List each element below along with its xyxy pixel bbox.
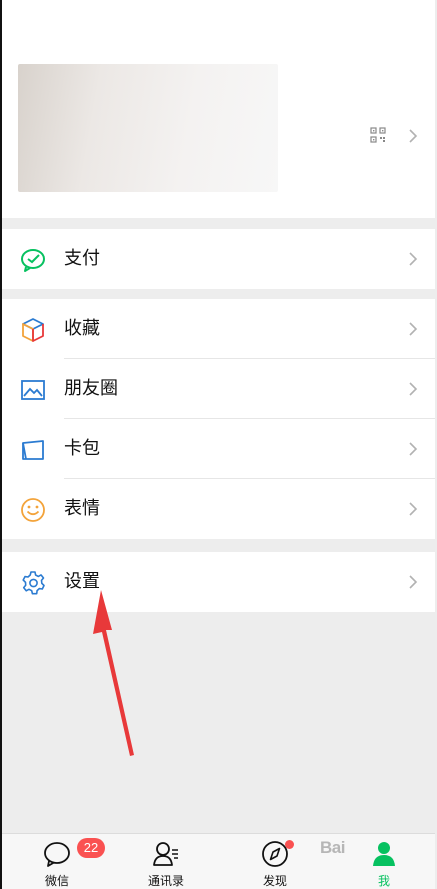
annotation-arrow	[93, 590, 134, 756]
person-icon	[373, 842, 395, 866]
menu-item-label: 朋友圈	[64, 378, 118, 399]
menu-item-label: 支付	[64, 248, 100, 269]
watermark-text: Bai	[320, 838, 345, 857]
profile-header[interactable]	[2, 0, 435, 218]
tab-label: 微信	[44, 874, 69, 888]
menu-group-pay: 支付	[2, 229, 435, 289]
tab-chats[interactable]: 22 微信	[17, 834, 105, 889]
card-icon	[22, 440, 44, 460]
chevron-right-icon	[408, 251, 418, 271]
menu-item-settings[interactable]: 设置	[2, 552, 435, 612]
chevron-right-icon	[408, 574, 418, 594]
chevron-right-icon	[408, 128, 418, 148]
tab-label: 我	[377, 874, 390, 888]
tab-discover[interactable]: 发现	[235, 834, 315, 889]
menu-group-settings: 设置	[2, 552, 435, 612]
gear-icon	[22, 571, 45, 595]
photo-icon	[21, 380, 45, 400]
menu-group-main: 收藏 朋友圈 卡包 表情	[2, 299, 435, 539]
wechat-pay-icon	[21, 249, 45, 272]
menu-item-favorites[interactable]: 收藏	[2, 299, 435, 359]
tab-label: 发现	[262, 874, 287, 888]
chevron-right-icon	[408, 381, 418, 401]
smiley-icon	[21, 498, 45, 522]
menu-item-pay[interactable]: 支付	[2, 229, 435, 289]
cube-icon	[22, 318, 44, 342]
menu-item-label: 表情	[64, 498, 100, 519]
menu-item-stickers[interactable]: 表情	[2, 479, 435, 539]
menu-item-moments[interactable]: 朋友圈	[2, 359, 435, 419]
tab-label: 通讯录	[147, 874, 184, 888]
phone-screen: 支付 收藏 朋友圈 卡包 表情 设置 22 微信 通讯录 发现 我 Bai	[0, 0, 435, 889]
discover-notification-dot	[285, 840, 294, 849]
tab-contacts[interactable]: 通讯录	[126, 834, 206, 889]
bottom-tab-bar: 22 微信 通讯录 发现 我	[2, 833, 435, 889]
menu-item-cards[interactable]: 卡包	[2, 419, 435, 479]
menu-item-label: 卡包	[64, 438, 100, 459]
chevron-right-icon	[408, 321, 418, 341]
menu-item-label: 收藏	[64, 318, 100, 339]
unread-badge: 22	[77, 838, 105, 858]
tab-me[interactable]: 我	[344, 834, 424, 889]
profile-info-blurred	[18, 64, 278, 192]
chevron-right-icon	[408, 501, 418, 521]
chevron-right-icon	[408, 441, 418, 461]
qr-code-icon[interactable]	[370, 127, 386, 143]
contacts-icon	[153, 842, 178, 866]
chat-bubble-icon	[44, 842, 70, 867]
